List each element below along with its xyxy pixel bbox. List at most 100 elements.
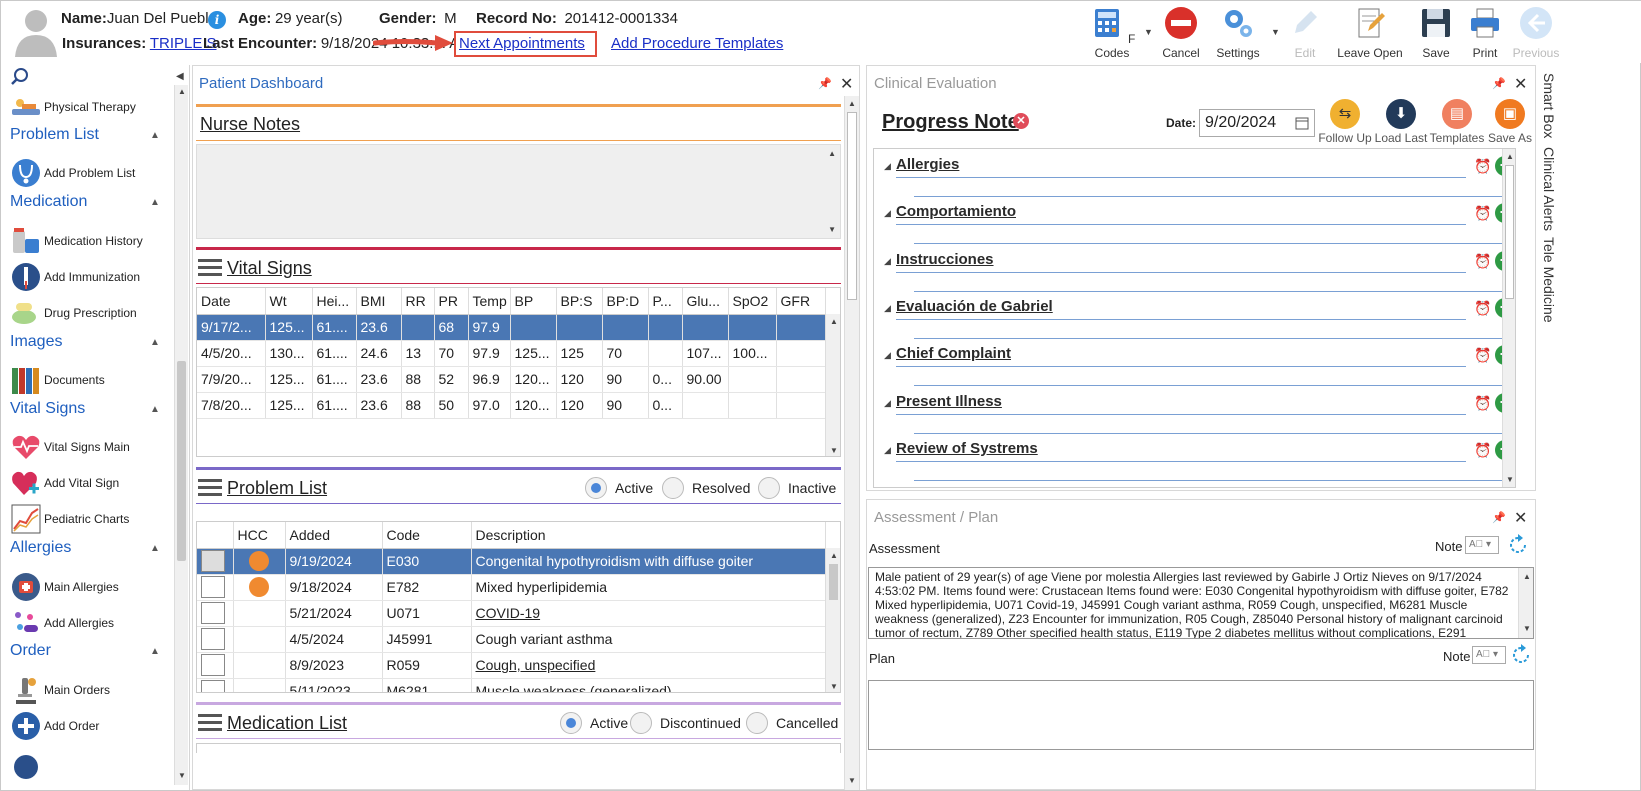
nav-section-allergies[interactable]: Allergies ▲	[10, 539, 160, 557]
vital-signs-row[interactable]: 7/9/20... 125... 61.... 23.6 88 52 96.9 120... 1…	[197, 366, 826, 393]
templates-button[interactable]: ▤ Templates	[1429, 99, 1485, 145]
tab-tele-medicine[interactable]: Tele Medicine	[1541, 237, 1557, 323]
row-checkbox[interactable]	[201, 628, 225, 650]
vital-signs-menu-icon[interactable]	[198, 259, 222, 277]
nav-scroll-thumb[interactable]	[177, 361, 186, 561]
alarm-clock-icon[interactable]: ⏰	[1474, 158, 1491, 175]
progress-note-section[interactable]: ◢Chief Complaint⏰+	[874, 342, 1515, 389]
problem-select-cell[interactable]	[197, 626, 234, 653]
progress-note-scroll-thumb[interactable]	[1505, 165, 1514, 299]
tab-smart-box[interactable]: Smart Box	[1541, 73, 1557, 138]
section-label[interactable]: Comportamiento	[896, 203, 1016, 220]
scroll-up-icon[interactable]: ▲	[830, 317, 838, 326]
problem-row[interactable]: 5/21/2024 U071 COVID-19	[197, 600, 826, 627]
description-cell[interactable]: COVID-19	[471, 600, 826, 627]
problem-select-cell[interactable]	[197, 574, 234, 601]
alarm-clock-icon[interactable]: ⏰	[1474, 347, 1491, 364]
progress-note-section[interactable]: ◢Review of Systrems⏰+	[874, 437, 1515, 484]
expand-triangle-icon[interactable]: ◢	[884, 303, 891, 314]
problem-column-header[interactable]: Code	[382, 522, 472, 549]
scroll-down-icon[interactable]: ▼	[830, 446, 838, 455]
vital-signs-row[interactable]: 4/5/20... 130... 61.... 24.6 13 70 97.9 125... 1…	[197, 340, 826, 367]
scroll-up-icon[interactable]: ▲	[848, 99, 856, 108]
vital-column-header[interactable]: Glu...	[682, 288, 729, 315]
assessment-scrollbar[interactable]: ▲ ▼	[1518, 568, 1533, 638]
problem-select-cell[interactable]	[197, 652, 234, 679]
nav-main-orders[interactable]: Main Orders	[10, 673, 110, 707]
scroll-down-icon[interactable]: ▼	[828, 225, 836, 234]
nav-documents[interactable]: Documents	[10, 363, 105, 397]
vital-signs-row[interactable]: 9/17/2... 125... 61.... 23.6 68 97.9	[197, 314, 826, 341]
problem-list-menu-icon[interactable]	[198, 479, 222, 497]
nav-add-allergies[interactable]: Add Allergies	[10, 606, 114, 640]
collapse-nav-icon[interactable]: ◀	[176, 71, 184, 82]
problem-scroll-thumb[interactable]	[829, 564, 838, 600]
expand-triangle-icon[interactable]: ◢	[884, 445, 891, 456]
save-button[interactable]: Save	[1418, 5, 1454, 60]
row-checkbox[interactable]	[201, 654, 225, 676]
vital-column-header[interactable]: BP:D	[602, 288, 649, 315]
progress-note-section[interactable]: ◢Comportamiento⏰+	[874, 200, 1515, 247]
scroll-up-icon[interactable]: ▲	[178, 87, 186, 96]
nav-section-medication[interactable]: Medication ▲	[10, 193, 160, 211]
alarm-clock-icon[interactable]: ⏰	[1474, 205, 1491, 222]
problem-select-cell[interactable]	[197, 548, 234, 575]
vital-signs-scrollbar[interactable]: ▲ ▼	[825, 314, 840, 456]
dashboard-scrollbar[interactable]: ▲ ▼	[844, 96, 859, 790]
refresh-icon[interactable]	[1510, 644, 1532, 666]
scroll-down-icon[interactable]: ▼	[178, 771, 186, 780]
expand-triangle-icon[interactable]: ◢	[884, 398, 891, 409]
edit-button[interactable]: Edit	[1287, 5, 1323, 60]
vital-column-header[interactable]: GFR	[776, 288, 826, 315]
fcodes-button[interactable]: F Codes	[1084, 5, 1140, 60]
assessment-note-dropdown[interactable]: A⃞ ▾	[1465, 536, 1499, 554]
section-label[interactable]: Allergies	[896, 156, 959, 173]
section-label[interactable]: Chief Complaint	[896, 345, 1011, 362]
nav-medication-history[interactable]: Medication History	[10, 224, 143, 258]
problem-list-scrollbar[interactable]: ▲ ▼	[825, 548, 840, 692]
vital-column-header[interactable]: Wt	[265, 288, 313, 315]
medication-filter-cancelled[interactable]: Cancelled	[746, 712, 838, 734]
assessment-textarea[interactable]: Male patient of 29 year(s) of age Viene …	[868, 567, 1534, 639]
progress-note-section[interactable]: ◢Allergies⏰+	[874, 153, 1515, 200]
alarm-clock-icon[interactable]: ⏰	[1474, 442, 1491, 459]
scroll-down-icon[interactable]: ▼	[848, 776, 856, 785]
progress-note-scrollbar[interactable]: ▲ ▼	[1502, 149, 1515, 487]
next-appointments-link[interactable]: Next Appointments	[459, 35, 585, 52]
plan-textarea[interactable]	[868, 680, 1534, 750]
scroll-down-icon[interactable]: ▼	[1523, 622, 1531, 636]
nav-pediatric-charts[interactable]: Pediatric Charts	[10, 502, 129, 536]
vital-column-header[interactable]: SpO2	[728, 288, 777, 315]
pin-icon[interactable]: 📌	[1492, 511, 1506, 524]
progress-note-section[interactable]: ◢Instrucciones⏰+	[874, 248, 1515, 295]
save-as-button[interactable]: ▣ Save As	[1482, 99, 1538, 145]
plan-note-dropdown[interactable]: A⃞ ▾	[1472, 646, 1506, 664]
add-procedure-templates-link[interactable]: Add Procedure Templates	[611, 35, 783, 52]
nav-add-immunization[interactable]: Add Immunization	[10, 260, 140, 294]
alarm-clock-icon[interactable]: ⏰	[1474, 300, 1491, 317]
scroll-up-icon[interactable]: ▲	[1523, 570, 1531, 584]
problem-row[interactable]: 8/9/2023 R059 Cough, unspecified	[197, 652, 826, 679]
nav-section-images[interactable]: Images ▲	[10, 333, 160, 351]
print-button[interactable]: Print	[1467, 5, 1503, 60]
info-icon[interactable]: i	[208, 11, 226, 29]
vital-column-header[interactable]: P...	[648, 288, 683, 315]
vital-column-header[interactable]: Temp	[468, 288, 511, 315]
cancel-button[interactable]: Cancel	[1158, 5, 1204, 60]
alarm-clock-icon[interactable]: ⏰	[1474, 395, 1491, 412]
nav-section-vital-signs[interactable]: Vital Signs ▲	[10, 400, 160, 418]
pin-icon[interactable]: 📌	[818, 77, 832, 90]
expand-triangle-icon[interactable]: ◢	[884, 350, 891, 361]
nav-drug-prescription[interactable]: Drug Prescription	[10, 296, 137, 330]
scroll-up-icon[interactable]: ▲	[830, 551, 838, 560]
nav-section-order[interactable]: Order ▲	[10, 642, 160, 660]
scroll-down-icon[interactable]: ▼	[830, 682, 838, 691]
dashboard-scroll-thumb[interactable]	[847, 112, 857, 300]
problem-filter-active[interactable]: Active	[585, 477, 653, 499]
scroll-up-icon[interactable]: ▲	[828, 149, 836, 158]
alarm-clock-icon[interactable]: ⏰	[1474, 253, 1491, 270]
row-checkbox[interactable]	[201, 576, 225, 598]
problem-column-header[interactable]: Description	[471, 522, 826, 549]
expand-triangle-icon[interactable]: ◢	[884, 256, 891, 267]
expand-triangle-icon[interactable]: ◢	[884, 161, 891, 172]
